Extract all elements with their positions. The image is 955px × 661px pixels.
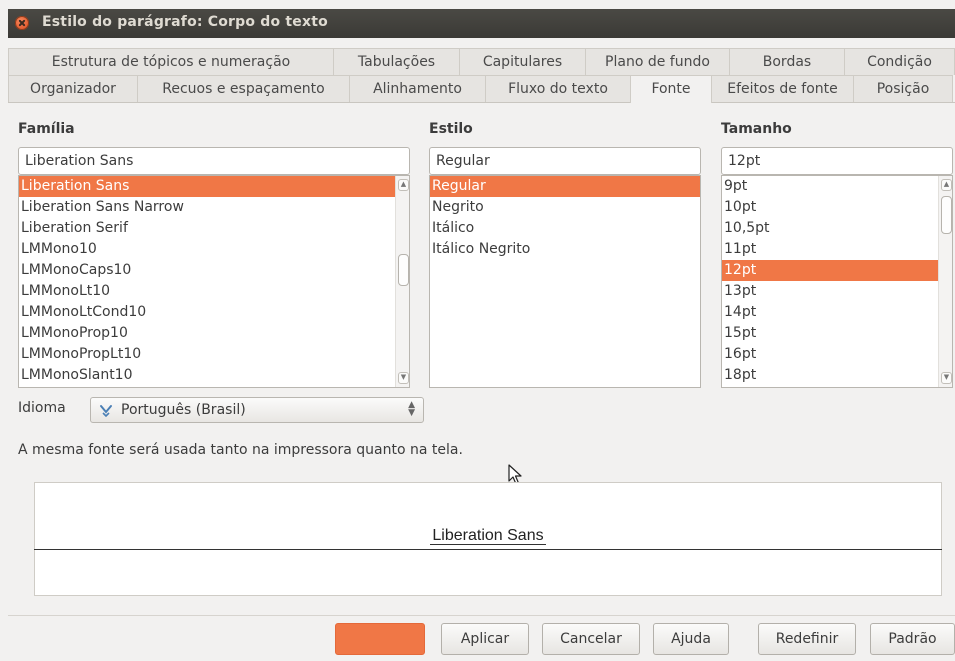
font-preview: Liberation Sans: [34, 482, 942, 596]
tab-bordas[interactable]: Bordas: [729, 48, 845, 75]
estilo-input[interactable]: Regular: [429, 147, 701, 175]
tab-row-2: Organizador Recuos e espaçamento Alinham…: [8, 75, 955, 103]
estilo-list-item[interactable]: Negrito: [430, 197, 700, 218]
tamanho-list[interactable]: 9pt 10pt 10,5pt 11pt 12pt 13pt 14pt 15pt 16pt 18p…: [721, 175, 953, 388]
close-icon[interactable]: [15, 16, 29, 30]
familia-list-item[interactable]: LMMono10: [19, 239, 395, 260]
familia-list-item[interactable]: LMMonoSlant10: [19, 365, 395, 386]
tab-fluxo-do-texto[interactable]: Fluxo do texto: [485, 75, 631, 102]
familia-list[interactable]: Liberation Sans Liberation Sans Narrow Lib…: [18, 175, 410, 388]
idioma-label: Idioma: [18, 400, 66, 416]
aplicar-button[interactable]: Aplicar: [441, 623, 529, 655]
estilo-label: Estilo: [429, 121, 473, 137]
tamanho-list-item[interactable]: 18pt: [722, 365, 938, 386]
estilo-list-item[interactable]: Itálico Negrito: [430, 239, 700, 260]
scroll-thumb[interactable]: [398, 254, 409, 286]
idioma-value: Português (Brasil): [121, 402, 246, 418]
tab-plano-de-fundo[interactable]: Plano de fundo: [585, 48, 730, 75]
familia-list-item[interactable]: LMMonoProp10: [19, 323, 395, 344]
familia-list-item[interactable]: LMMonoPropLt10: [19, 344, 395, 365]
scroll-up-icon[interactable]: ▲: [398, 179, 409, 191]
familia-scrollbar[interactable]: ▲ ▼: [395, 176, 409, 387]
familia-list-item[interactable]: Liberation Serif: [19, 218, 395, 239]
tamanho-list-item[interactable]: 11pt: [722, 239, 938, 260]
estilo-list-item[interactable]: Regular: [430, 176, 700, 197]
estilo-list[interactable]: Regular Negrito Itálico Itálico Negrito: [429, 175, 701, 388]
cancelar-button[interactable]: Cancelar: [542, 623, 640, 655]
scroll-down-icon[interactable]: ▼: [398, 372, 409, 384]
tab-estrutura-de-topicos[interactable]: Estrutura de tópicos e numeração: [8, 48, 334, 75]
tamanho-list-item[interactable]: 15pt: [722, 323, 938, 344]
preview-baseline: [34, 549, 942, 550]
paragraph-style-dialog: Estrutura de tópicos e numeração Tabulaç…: [8, 38, 955, 661]
tamanho-label: Tamanho: [721, 121, 792, 137]
tab-condicao[interactable]: Condição: [844, 48, 955, 75]
tab-tabulacoes[interactable]: Tabulações: [333, 48, 460, 75]
title-bar: Estilo do parágrafo: Corpo do texto: [8, 9, 955, 38]
tamanho-input[interactable]: 12pt: [721, 147, 953, 175]
scroll-down-icon[interactable]: ▼: [941, 372, 952, 384]
scroll-thumb[interactable]: [941, 196, 952, 234]
tamanho-list-item[interactable]: 10pt: [722, 197, 938, 218]
spellcheck-icon: [100, 405, 112, 417]
tab-recuos-e-espacamento[interactable]: Recuos e espaçamento: [137, 75, 350, 102]
familia-label: Família: [18, 121, 75, 137]
tab-capitulares[interactable]: Capitulares: [459, 48, 586, 75]
tamanho-list-item[interactable]: 13pt: [722, 281, 938, 302]
tab-row-1: Estrutura de tópicos e numeração Tabulaç…: [8, 48, 955, 75]
scroll-up-icon[interactable]: ▲: [941, 179, 952, 191]
tab-efeitos-de-fonte[interactable]: Efeitos de fonte: [711, 75, 854, 102]
familia-list-item[interactable]: Liberation Sans: [19, 176, 395, 197]
familia-list-item[interactable]: LMMonoLt10: [19, 281, 395, 302]
tab-alinhamento[interactable]: Alinhamento: [349, 75, 486, 102]
tamanho-list-item[interactable]: 10,5pt: [722, 218, 938, 239]
estilo-list-item[interactable]: Itálico: [430, 218, 700, 239]
tab-organizador[interactable]: Organizador: [8, 75, 138, 102]
ajuda-button[interactable]: Ajuda: [653, 623, 729, 655]
familia-list-item[interactable]: LMMonoCaps10: [19, 260, 395, 281]
window-title: Estilo do parágrafo: Corpo do texto: [42, 14, 328, 30]
button-bar-separator: [8, 615, 955, 616]
idioma-select[interactable]: Português (Brasil) ▲ ▼: [90, 397, 424, 423]
tamanho-list-item[interactable]: 12pt: [722, 260, 938, 281]
info-text: A mesma fonte será usada tanto na impres…: [18, 442, 463, 458]
familia-list-item[interactable]: Liberation Sans Narrow: [19, 197, 395, 218]
familia-list-item[interactable]: LMMonoLtCond10: [19, 302, 395, 323]
ok-button[interactable]: [335, 623, 425, 655]
tab-fonte[interactable]: Fonte: [630, 75, 712, 103]
padrao-button[interactable]: Padrão: [870, 623, 955, 655]
tamanho-list-item[interactable]: 16pt: [722, 344, 938, 365]
tamanho-list-item[interactable]: 9pt: [722, 176, 938, 197]
tamanho-scrollbar[interactable]: ▲ ▼: [938, 176, 952, 387]
redefinir-button[interactable]: Redefinir: [758, 623, 856, 655]
tab-posicao[interactable]: Posição: [853, 75, 953, 102]
familia-input[interactable]: Liberation Sans: [18, 147, 410, 175]
tamanho-list-item[interactable]: 14pt: [722, 302, 938, 323]
preview-text: Liberation Sans: [430, 527, 546, 545]
chevron-updown-icon: ▲ ▼: [408, 400, 415, 418]
